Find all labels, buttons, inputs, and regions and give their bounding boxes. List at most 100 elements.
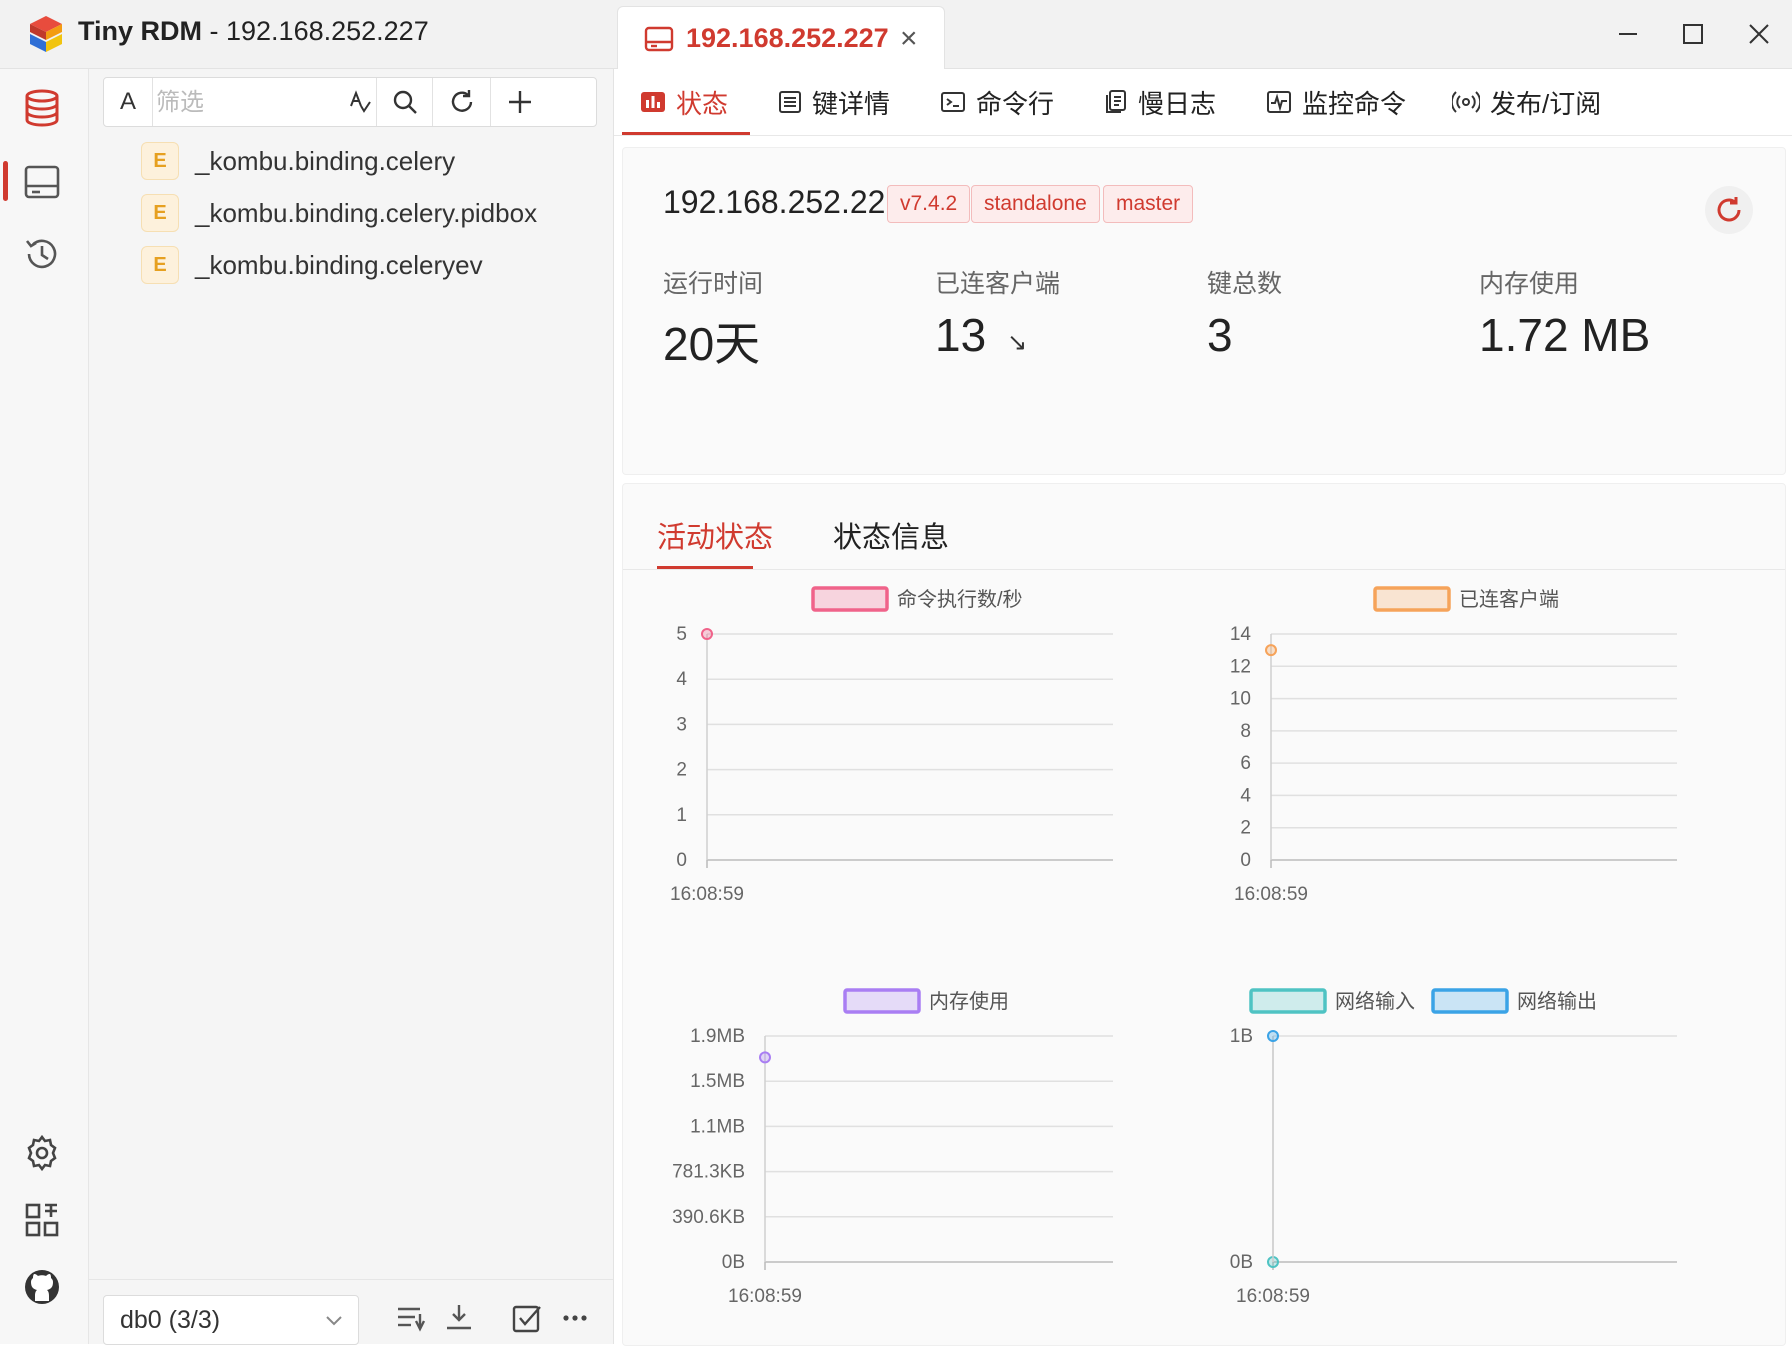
window-title: Tiny RDM - 192.168.252.227 bbox=[78, 16, 429, 46]
key-type-badge: E bbox=[141, 246, 179, 284]
title-bar: Tiny RDM - 192.168.252.227 192.168.252.2… bbox=[0, 0, 1792, 71]
key-name: _kombu.binding.celery bbox=[195, 145, 456, 176]
auto-refresh-button[interactable] bbox=[1705, 186, 1753, 234]
x-tick-label: 16:08:59 bbox=[1236, 1286, 1310, 1307]
refresh-icon bbox=[451, 90, 473, 112]
legend-swatch bbox=[1431, 988, 1509, 1014]
close-tab-icon[interactable]: × bbox=[900, 24, 918, 54]
data-point bbox=[1265, 644, 1277, 657]
y-tick-label: 0B bbox=[722, 1252, 745, 1273]
legend-label: 网络输出 bbox=[1517, 990, 1597, 1013]
y-tick-label: 3 bbox=[676, 714, 687, 735]
memory-label: 内存使用 bbox=[1479, 270, 1580, 298]
x-tick-label: 16:08:59 bbox=[1234, 884, 1308, 905]
chart-1: 0 1 2 3 4 5 16:08:59 命令执行数/秒 bbox=[670, 586, 1113, 905]
key-item[interactable]: E _kombu.binding.celeryev bbox=[141, 242, 483, 288]
uptime-label: 运行时间 bbox=[663, 270, 764, 298]
legend-label: 网络输入 bbox=[1335, 990, 1415, 1013]
y-tick-label: 781.3KB bbox=[672, 1162, 745, 1183]
tab-info[interactable]: 状态信息 bbox=[833, 514, 949, 556]
data-point bbox=[759, 1051, 771, 1064]
filter-input[interactable] bbox=[154, 80, 348, 126]
close-window-button[interactable] bbox=[1739, 14, 1779, 54]
tab-activity[interactable]: 活动状态 bbox=[657, 514, 773, 556]
chart-2: 0 2 4 6 8 10 12 14 16:08:59 已连客户端 bbox=[1230, 586, 1677, 905]
more-options-icon[interactable] bbox=[557, 1300, 593, 1336]
y-tick-label: 1 bbox=[676, 805, 687, 826]
key-name: _kombu.binding.celery.pidbox bbox=[195, 197, 538, 228]
load-all-icon[interactable] bbox=[441, 1300, 477, 1336]
chart-4: 0B 1B 16:08:59 网络输入 网络输出 bbox=[1230, 988, 1677, 1307]
tab-monitor[interactable]: 监控命令 bbox=[1266, 69, 1406, 135]
connection-tab[interactable]: 192.168.252.227 × bbox=[617, 6, 945, 71]
tab-pubsub-label: 发布/订阅 bbox=[1490, 88, 1602, 119]
y-tick-label: 5 bbox=[676, 624, 687, 645]
refresh-icon bbox=[1717, 197, 1741, 222]
filter-bar: A bbox=[103, 77, 597, 127]
maximize-button[interactable] bbox=[1673, 14, 1713, 54]
search-button[interactable] bbox=[376, 78, 433, 126]
x-tick-label: 16:08:59 bbox=[670, 884, 744, 905]
legend-label: 内存使用 bbox=[929, 990, 1009, 1013]
server-host: 192.168.252.227 bbox=[663, 184, 904, 220]
y-tick-label: 1.9MB bbox=[690, 1026, 745, 1047]
y-tick-label: 4 bbox=[676, 669, 687, 690]
keys-label: 键总数 bbox=[1207, 270, 1283, 298]
uptime-value: 20天 bbox=[663, 318, 761, 370]
server-icon bbox=[644, 25, 674, 53]
batch-select-icon[interactable] bbox=[509, 1300, 545, 1336]
status-chart-icon bbox=[640, 91, 666, 113]
load-more-icon[interactable] bbox=[393, 1300, 429, 1336]
server-list-icon[interactable] bbox=[20, 160, 64, 204]
match-case-icon[interactable] bbox=[348, 90, 372, 119]
chart-3: 0B 390.6KB 781.3KB 1.1MB 1.5MB 1.9MB 16:08:59 内… bbox=[672, 988, 1113, 1307]
y-tick-label: 1.1MB bbox=[690, 1116, 745, 1137]
database-icon[interactable] bbox=[20, 86, 64, 130]
legend-swatch bbox=[843, 988, 921, 1014]
clients-label: 已连客户端 bbox=[935, 270, 1061, 298]
main-content: 状态 键详情 命令行 慢日志 监控命令 发布/订阅 192.168.252.22… bbox=[614, 69, 1792, 1346]
github-icon[interactable] bbox=[20, 1265, 64, 1309]
clients-value: 13 bbox=[935, 309, 987, 361]
legend-swatch bbox=[1373, 586, 1451, 612]
slow-log-icon bbox=[1104, 89, 1128, 115]
tab-status[interactable]: 状态 bbox=[640, 69, 728, 135]
tab-pubsub[interactable]: 发布/订阅 bbox=[1452, 69, 1601, 135]
history-icon[interactable] bbox=[20, 232, 64, 276]
y-tick-label: 6 bbox=[1240, 753, 1251, 774]
activity-panel: 活动状态 状态信息 0 1 2 3 4 5 16:08:59 命令执行数/秒 0 2 4 6 8 10 12… bbox=[622, 483, 1786, 1346]
data-point bbox=[1267, 1030, 1279, 1042]
tab-monitor-label: 监控命令 bbox=[1302, 88, 1407, 119]
tab-slow-log[interactable]: 慢日志 bbox=[1104, 69, 1216, 135]
y-tick-label: 10 bbox=[1230, 689, 1251, 710]
tab-slow-log-label: 慢日志 bbox=[1138, 88, 1217, 119]
key-item[interactable]: E _kombu.binding.celery bbox=[141, 138, 455, 184]
y-tick-label: 14 bbox=[1230, 624, 1252, 645]
key-browser: A E _kombu.binding.celery E _kombu.bindi… bbox=[89, 69, 614, 1345]
settings-gear-icon[interactable] bbox=[20, 1131, 64, 1175]
clients-trend-icon: ↘ bbox=[1007, 329, 1028, 356]
refresh-keys-button[interactable] bbox=[432, 78, 491, 126]
tab-cli[interactable]: 命令行 bbox=[940, 69, 1054, 135]
rail-active-indicator bbox=[3, 161, 8, 201]
tab-key-detail[interactable]: 键详情 bbox=[778, 69, 890, 135]
database-select[interactable]: db0 (3/3) bbox=[103, 1295, 359, 1345]
key-type-badge: E bbox=[141, 194, 179, 232]
broadcast-icon bbox=[1452, 90, 1480, 114]
plus-icon bbox=[509, 91, 531, 113]
y-tick-label: 390.6KB bbox=[672, 1207, 745, 1228]
legend-swatch bbox=[1249, 988, 1327, 1014]
key-item[interactable]: E _kombu.binding.celery.pidbox bbox=[141, 190, 537, 236]
x-tick-label: 16:08:59 bbox=[728, 1286, 802, 1307]
connection-tab-label: 192.168.252.227 bbox=[686, 23, 889, 53]
chevron-down-icon bbox=[324, 1310, 344, 1335]
keys-value: 3 bbox=[1207, 309, 1233, 361]
database-select-value: db0 (3/3) bbox=[120, 1306, 221, 1334]
tab-status-label: 状态 bbox=[676, 88, 729, 119]
filter-type-button[interactable]: A bbox=[104, 78, 153, 126]
apps-grid-icon[interactable] bbox=[20, 1198, 64, 1242]
add-key-button[interactable] bbox=[490, 78, 549, 126]
tab-key-detail-label: 键详情 bbox=[812, 88, 891, 119]
minimize-button[interactable] bbox=[1608, 14, 1648, 54]
y-tick-label: 2 bbox=[676, 760, 687, 781]
